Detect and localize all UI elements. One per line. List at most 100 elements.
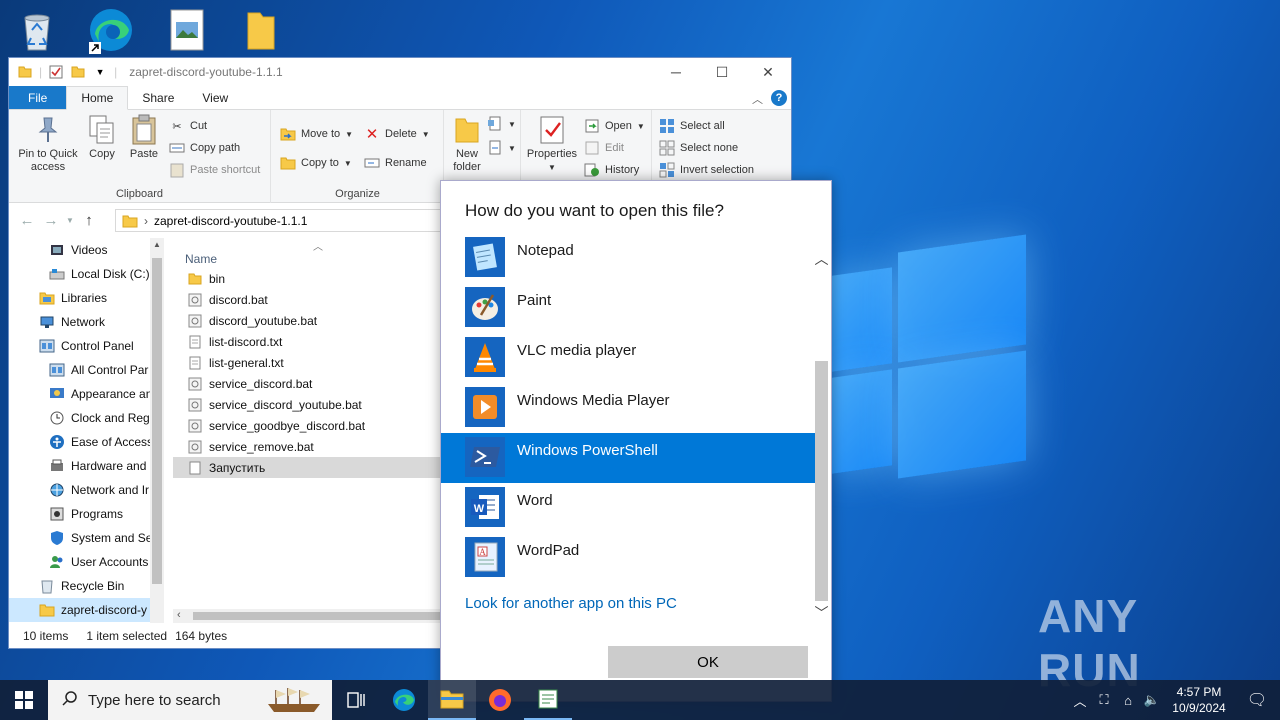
file-list-item[interactable]: service_goodbye_discord.bat — [173, 415, 449, 436]
ok-button[interactable]: OK — [608, 646, 808, 678]
dialog-scroll-thumb[interactable] — [815, 361, 828, 601]
taskbar-file-explorer[interactable] — [428, 680, 476, 720]
new-folder-button[interactable]: New folder — [447, 114, 487, 174]
nav-item-control-panel[interactable]: Control Panel — [9, 334, 164, 358]
taskbar-notepad[interactable] — [524, 680, 572, 720]
nav-item-ease-of-access[interactable]: Ease of Access — [9, 430, 164, 454]
app-option-paint[interactable]: Paint — [441, 283, 815, 333]
nav-item-network[interactable]: Network — [9, 310, 164, 334]
taskbar-edge[interactable] — [380, 680, 428, 720]
file-list-item[interactable]: Запустить — [173, 457, 449, 478]
column-header-name[interactable]: Name ︿ — [173, 238, 449, 268]
nav-item-user-accounts[interactable]: User Accounts — [9, 550, 164, 574]
network-status-icon[interactable]: ⛶ — [1092, 692, 1116, 708]
cut-button[interactable]: ✂ Cut — [169, 118, 207, 134]
app-name: Paint — [517, 292, 552, 309]
nav-item-system-security[interactable]: System and Sec — [9, 526, 164, 550]
nav-item-clock[interactable]: Clock and Regi — [9, 406, 164, 430]
tab-home[interactable]: Home — [66, 86, 129, 110]
delete-button[interactable]: ✕ Delete ▼ — [364, 126, 430, 143]
taskbar-firefox[interactable] — [476, 680, 524, 720]
collapse-ribbon-icon[interactable]: ︿ — [752, 91, 763, 107]
image-file-desktop-icon[interactable] — [162, 6, 212, 54]
forward-arrow-icon[interactable]: → — [39, 212, 63, 229]
nav-item-current-folder[interactable]: zapret-discord-y — [9, 598, 164, 622]
taskbar-clock[interactable]: 4:57 PM 10/9/2024 — [1164, 684, 1234, 716]
nav-item-hardware[interactable]: Hardware and — [9, 454, 164, 478]
breadcrumb[interactable]: zapret-discord-youtube-1.1.1 — [154, 214, 307, 228]
taskbar-search-box[interactable]: Type here to search — [48, 680, 332, 720]
file-list-item[interactable]: discord_youtube.bat — [173, 310, 449, 331]
tab-file[interactable]: File — [9, 86, 67, 109]
file-list-item[interactable]: service_discord.bat — [173, 373, 449, 394]
app-option-powershell[interactable]: Windows PowerShell — [441, 433, 815, 483]
nav-item-appearance[interactable]: Appearance an — [9, 382, 164, 406]
ethernet-icon[interactable]: ⌂ — [1116, 693, 1140, 708]
nav-item-programs[interactable]: Programs — [9, 502, 164, 526]
nav-item-recycle-bin[interactable]: Recycle Bin — [9, 574, 164, 598]
invert-selection-button[interactable]: Invert selection — [659, 162, 754, 178]
nav-item-videos[interactable]: Videos — [9, 238, 164, 262]
file-list-item[interactable]: list-general.txt — [173, 352, 449, 373]
show-hidden-icons-icon[interactable]: ︿ — [1068, 691, 1092, 710]
select-all-button[interactable]: Select all — [659, 118, 725, 134]
nav-item-libraries[interactable]: Libraries — [9, 286, 164, 310]
recycle-bin-desktop-icon[interactable] — [12, 6, 62, 54]
edge-desktop-icon[interactable] — [86, 6, 136, 54]
nav-pane-scrollbar[interactable]: ▲ — [150, 238, 164, 623]
address-field[interactable]: › zapret-discord-youtube-1.1.1 — [115, 209, 445, 232]
chevron-down-icon[interactable]: ▼ — [92, 64, 108, 80]
history-button[interactable]: History — [584, 162, 639, 178]
new-folder-qat-icon[interactable] — [70, 64, 86, 80]
look-for-another-app-link[interactable]: Look for another app on this PC — [465, 595, 677, 612]
app-option-wordpad[interactable]: A WordPad — [441, 533, 815, 583]
tab-share[interactable]: Share — [128, 86, 188, 109]
folder-desktop-icon[interactable] — [236, 6, 286, 54]
maximize-button[interactable]: ☐ — [699, 58, 745, 86]
select-none-button[interactable]: Select none — [659, 140, 738, 156]
new-item-button[interactable]: ▼ — [487, 116, 516, 132]
pin-quick-access-button[interactable]: Pin to Quick access — [15, 114, 81, 174]
scroll-down-icon[interactable]: ﹀ — [814, 603, 829, 623]
help-icon[interactable]: ? — [771, 90, 787, 106]
copy-to-button[interactable]: Copy to ▼ — [280, 155, 352, 171]
volume-icon[interactable]: 🔈 — [1140, 692, 1164, 708]
recent-locations-icon[interactable]: ▼ — [63, 216, 77, 225]
properties-qat-icon[interactable] — [48, 64, 64, 80]
app-option-word[interactable]: W Word — [441, 483, 815, 533]
back-arrow-icon[interactable]: ← — [15, 212, 39, 229]
file-list-scroll-thumb[interactable] — [193, 612, 453, 620]
file-list-item[interactable]: service_remove.bat — [173, 436, 449, 457]
app-option-vlc[interactable]: VLC media player — [441, 333, 815, 383]
nav-item-all-control-panel[interactable]: All Control Par — [9, 358, 164, 382]
close-button[interactable]: ✕ — [745, 58, 791, 86]
file-list-item[interactable]: discord.bat — [173, 289, 449, 310]
minimize-button[interactable]: ─ — [653, 58, 699, 86]
move-to-button[interactable]: Move to ▼ — [280, 126, 353, 142]
up-arrow-icon[interactable]: ↑ — [77, 212, 101, 229]
copy-path-button[interactable]: Copy path — [169, 140, 240, 156]
app-option-media-player[interactable]: Windows Media Player — [441, 383, 815, 433]
nav-item-local-disk[interactable]: Local Disk (C:) — [9, 262, 164, 286]
app-option-notepad[interactable]: Notepad — [441, 233, 815, 283]
easy-access-button[interactable]: ▼ — [487, 140, 516, 156]
dialog-scrollbar[interactable]: ︿ ﹀ — [814, 241, 829, 621]
paste-button[interactable]: Paste — [125, 114, 163, 161]
file-list-hscrollbar[interactable]: ‹ — [173, 609, 453, 623]
rename-button[interactable]: Rename — [364, 155, 427, 171]
edit-button[interactable]: Edit — [584, 140, 624, 156]
nav-item-network-internet[interactable]: Network and Ir — [9, 478, 164, 502]
file-list-item[interactable]: list-discord.txt — [173, 331, 449, 352]
properties-button[interactable]: Properties ▼ — [524, 114, 580, 174]
open-button[interactable]: Open ▼ — [584, 118, 645, 134]
scroll-up-icon[interactable]: ︿ — [814, 249, 829, 269]
tab-view[interactable]: View — [188, 86, 242, 109]
notifications-icon[interactable]: 🗨 — [1234, 690, 1280, 710]
copy-button[interactable]: Copy — [85, 114, 119, 161]
paste-shortcut-button[interactable]: Paste shortcut — [169, 162, 260, 178]
task-view-button[interactable] — [332, 680, 380, 720]
nav-pane-scroll-thumb[interactable] — [152, 258, 162, 584]
file-list-item[interactable]: service_discord_youtube.bat — [173, 394, 449, 415]
file-list-item[interactable]: bin — [173, 268, 449, 289]
start-button[interactable] — [0, 680, 48, 720]
